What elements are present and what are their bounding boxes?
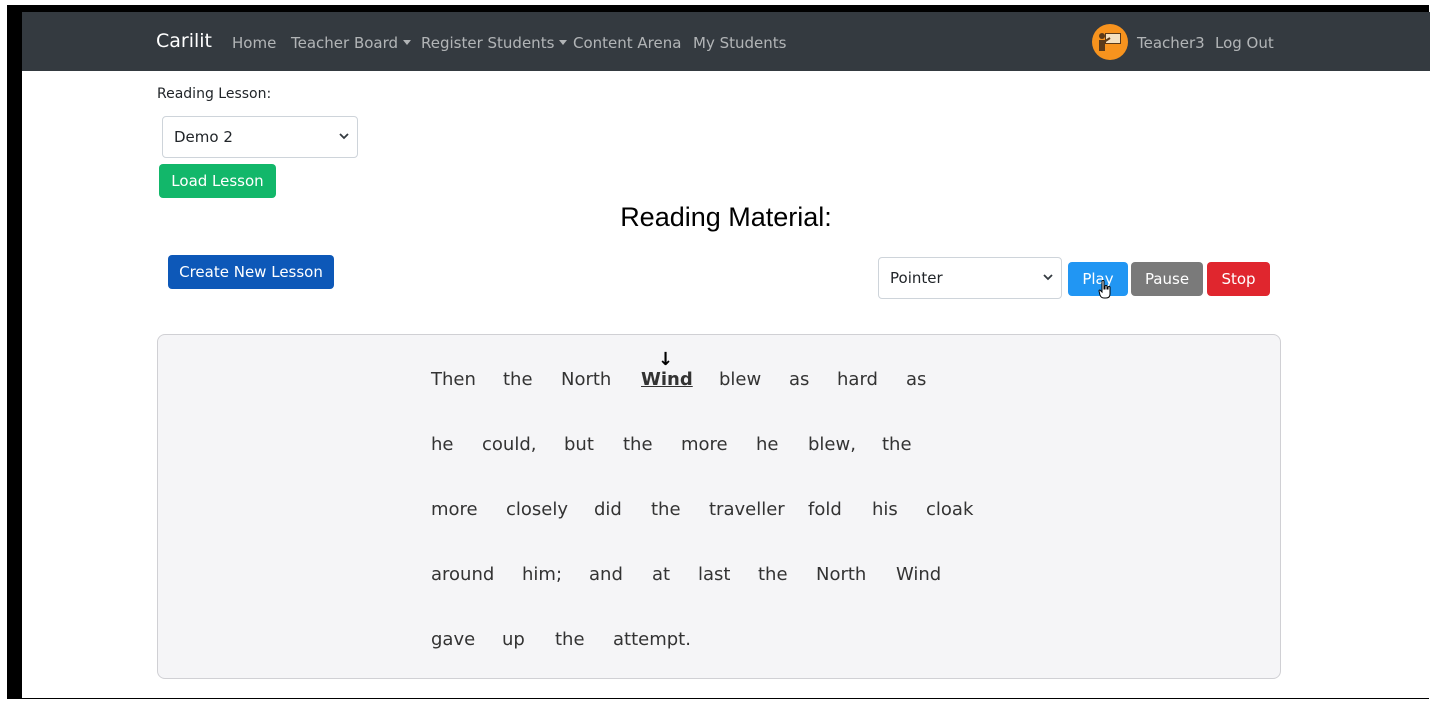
reading-word: Then [431, 369, 476, 390]
nav-teacher-board-label: Teacher Board [291, 34, 399, 52]
load-lesson-button[interactable]: Load Lesson [159, 164, 276, 198]
reading-word: at [652, 564, 671, 585]
app-window: Carilit Home Teacher Board Register Stud… [22, 12, 1430, 698]
reading-word: the [651, 499, 681, 520]
reading-word: but [564, 434, 594, 455]
brand-logo[interactable]: Carilit [156, 30, 212, 52]
reading-word: North [561, 369, 612, 390]
reading-word: as [789, 369, 810, 390]
reading-word: up [502, 629, 525, 650]
stop-button[interactable]: Stop [1207, 262, 1270, 296]
reading-mode-select[interactable]: Pointer [878, 257, 1062, 299]
nav-register-students-label: Register Students [421, 34, 555, 52]
reading-word: North [816, 564, 867, 585]
reading-material-title: Reading Material: [620, 202, 832, 232]
reading-word: more [431, 499, 478, 520]
reading-word: the [758, 564, 788, 585]
logout-link[interactable]: Log Out [1215, 34, 1274, 52]
reading-word: hard [837, 369, 878, 390]
reading-word: his [872, 499, 898, 520]
avatar[interactable] [1092, 24, 1128, 60]
reading-word: he [756, 434, 779, 455]
reading-panel: ↓ Then the North Wind blew as hard as he… [157, 334, 1281, 679]
chevron-down-icon [1043, 274, 1053, 281]
reading-word: last [698, 564, 731, 585]
reading-word: the [623, 434, 653, 455]
reading-word: fold [808, 499, 842, 520]
reading-word: cloak [926, 499, 974, 520]
reading-word: blew [719, 369, 762, 390]
reading-word: he [431, 434, 454, 455]
reading-word: traveller [709, 499, 785, 520]
reading-word: closely [506, 499, 569, 520]
reading-word: the [503, 369, 533, 390]
lesson-select[interactable]: Demo 2 [162, 116, 358, 158]
reading-word: around [431, 564, 495, 585]
reading-lesson-label: Reading Lesson: [157, 86, 272, 102]
reading-word: attempt. [613, 629, 691, 650]
reading-word: could, [482, 434, 537, 455]
teacher-avatar-icon [1099, 33, 1121, 51]
nav-register-students[interactable]: Register Students [421, 34, 568, 52]
reading-word: did [594, 499, 622, 520]
pointer-arrow-icon: ↓ [658, 349, 674, 370]
reading-word: the [555, 629, 585, 650]
reading-word: Wind [896, 564, 942, 585]
pause-button[interactable]: Pause [1131, 262, 1203, 296]
reading-word: more [681, 434, 728, 455]
reading-word: him; [522, 564, 563, 585]
chevron-down-icon [403, 40, 412, 45]
lesson-select-value: Demo 2 [174, 128, 233, 146]
reading-word-active: Wind [641, 369, 693, 390]
reading-word: the [882, 434, 912, 455]
username[interactable]: Teacher3 [1137, 34, 1205, 52]
reading-word: and [589, 564, 623, 585]
reading-word: blew, [808, 434, 856, 455]
hand-cursor-icon [1098, 280, 1111, 299]
chevron-down-icon [339, 133, 349, 140]
reading-word: as [906, 369, 927, 390]
nav-my-students[interactable]: My Students [693, 34, 786, 52]
nav-content-arena[interactable]: Content Arena [573, 34, 681, 52]
nav-home[interactable]: Home [232, 34, 276, 52]
reading-mode-value: Pointer [890, 269, 943, 287]
screen-frame: Carilit Home Teacher Board Register Stud… [7, 5, 1430, 699]
navbar: Carilit Home Teacher Board Register Stud… [22, 12, 1430, 71]
create-new-lesson-button[interactable]: Create New Lesson [168, 255, 334, 289]
nav-teacher-board[interactable]: Teacher Board [291, 34, 412, 52]
chevron-down-icon [559, 40, 568, 45]
reading-word: gave [431, 629, 476, 650]
